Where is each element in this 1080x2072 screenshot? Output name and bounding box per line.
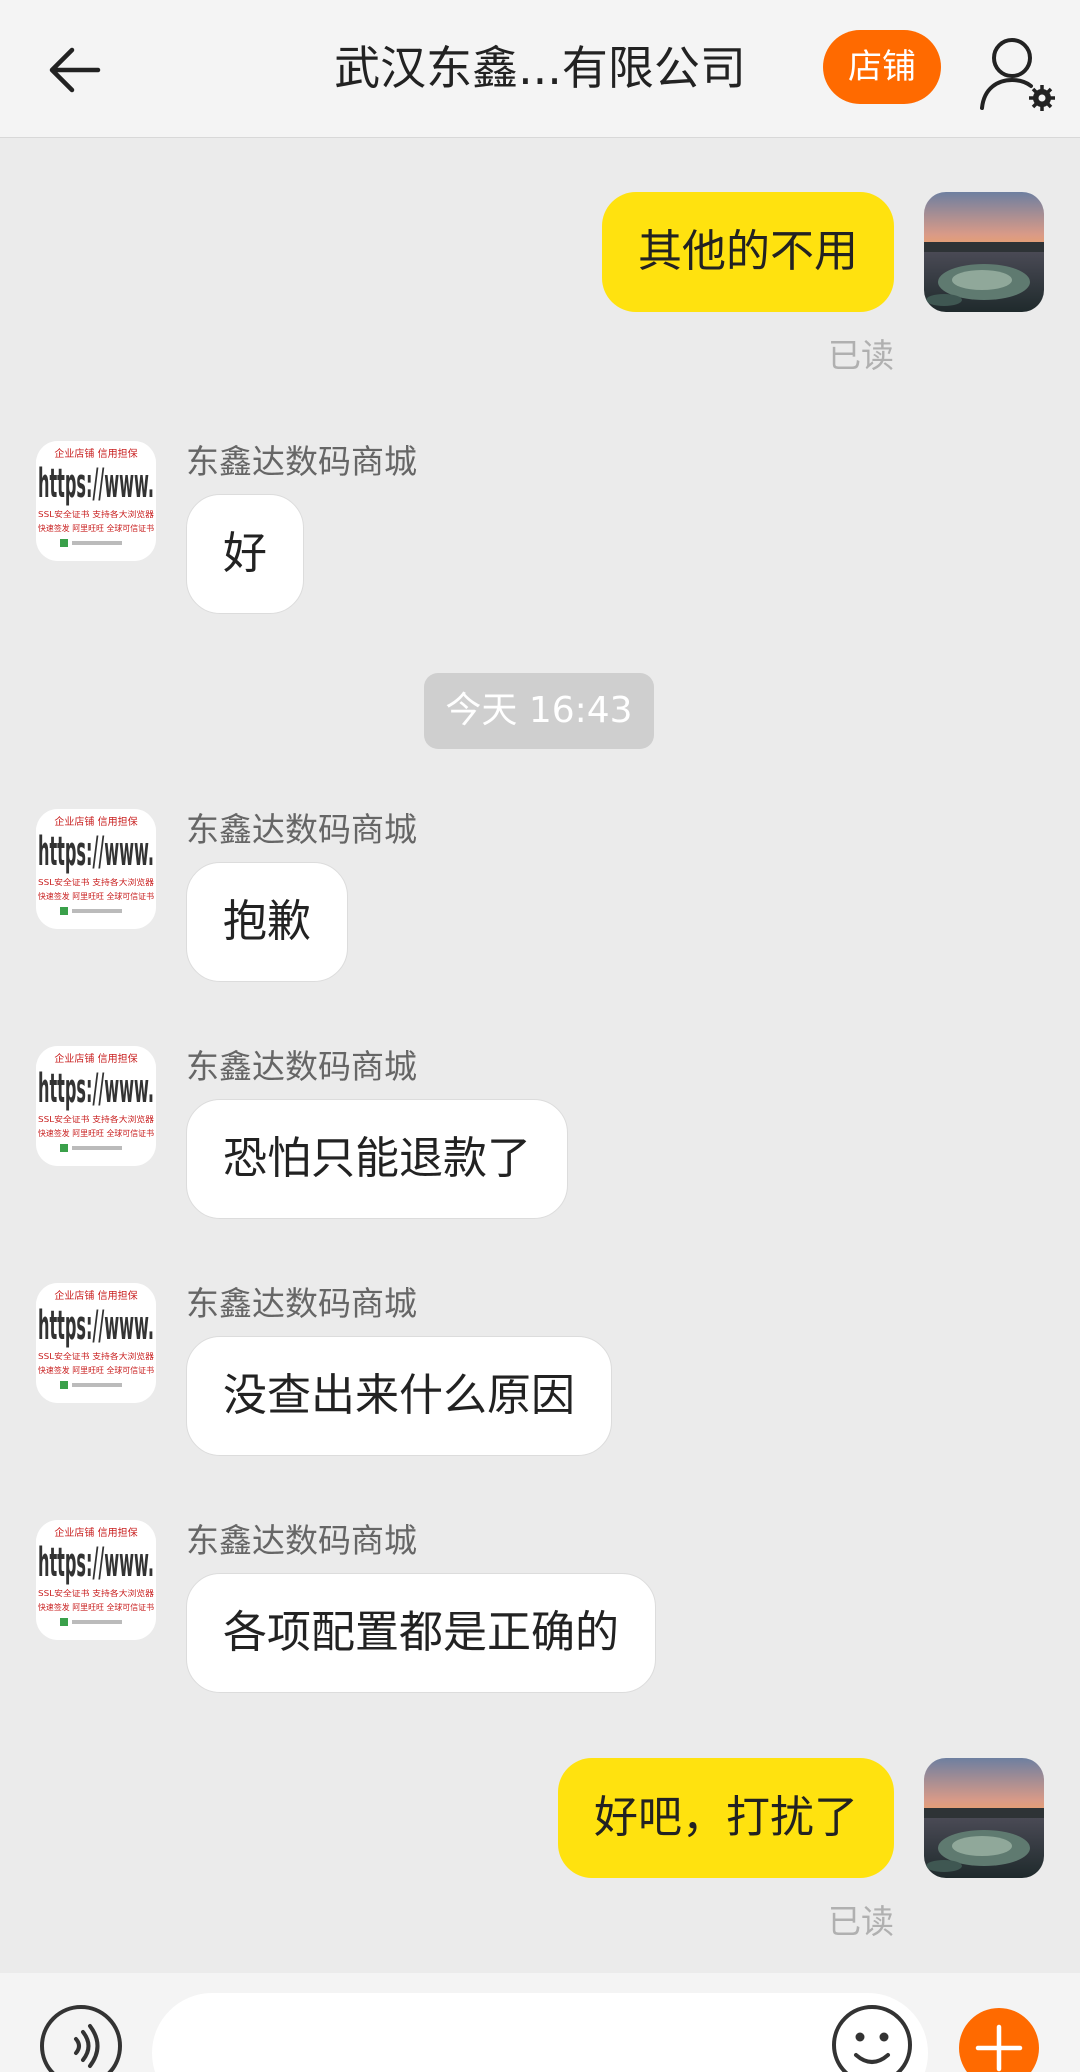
svg-text:企业店铺 信用担保: 企业店铺 信用担保: [54, 447, 137, 460]
arrow-left-icon: [49, 47, 101, 93]
ssl-certificate-logo: 企业店铺 信用担保 https://www. SSL安全证书 支持各大浏览器 快…: [36, 441, 156, 561]
svg-text:快速签发 阿里旺旺 全球可信证书: 快速签发 阿里旺旺 全球可信证书: [38, 523, 154, 533]
emoji-button[interactable]: [830, 2003, 914, 2072]
svg-text:https://www.: https://www.: [38, 1540, 154, 1586]
chat-area[interactable]: 其他的不用 已读 企业店铺 信用担保 https://www. SSL安全证书 …: [0, 138, 1080, 1973]
back-button[interactable]: [38, 30, 118, 110]
message-bubble-shop[interactable]: 恐怕只能退款了: [186, 1099, 568, 1219]
my-avatar[interactable]: [924, 192, 1044, 312]
svg-text:企业店铺 信用担保: 企业店铺 信用担保: [54, 815, 137, 828]
message-bubble-shop[interactable]: 好: [186, 494, 304, 614]
ssl-certificate-logo: 企业店铺 信用担保 https://www. SSL安全证书 支持各大浏览器 快…: [36, 809, 156, 929]
timestamp-badge: 今天 16:43: [424, 673, 654, 749]
shop-avatar[interactable]: 企业店铺 信用担保 https://www. SSL安全证书 支持各大浏览器 快…: [36, 1520, 156, 1640]
svg-text:企业店铺 信用担保: 企业店铺 信用担保: [54, 1289, 137, 1302]
input-bar: [0, 1973, 1080, 2072]
svg-text:企业店铺 信用担保: 企业店铺 信用担保: [54, 1052, 137, 1065]
shop-avatar[interactable]: 企业店铺 信用担保 https://www. SSL安全证书 支持各大浏览器 快…: [36, 1283, 156, 1403]
voice-button[interactable]: [38, 2003, 124, 2072]
sender-name: 东鑫达数码商城: [186, 1284, 417, 1323]
message-bubble-shop[interactable]: 没查出来什么原因: [186, 1336, 612, 1456]
svg-text:快速签发 阿里旺旺 全球可信证书: 快速签发 阿里旺旺 全球可信证书: [38, 1365, 154, 1375]
user-settings-icon: [980, 38, 1055, 111]
message-input[interactable]: [152, 1993, 928, 2072]
message-bubble-mine[interactable]: 其他的不用: [602, 192, 894, 312]
svg-text:SSL安全证书 支持各大浏览器: SSL安全证书 支持各大浏览器: [38, 509, 154, 519]
svg-text:SSL安全证书 支持各大浏览器: SSL安全证书 支持各大浏览器: [38, 1351, 154, 1361]
chat-title: 武汉东鑫...有限公司: [334, 41, 746, 95]
top-bar: 武汉东鑫...有限公司 店铺: [0, 0, 1080, 138]
plus-icon: [959, 2008, 1039, 2072]
shop-avatar[interactable]: 企业店铺 信用担保 https://www. SSL安全证书 支持各大浏览器 快…: [36, 441, 156, 561]
svg-text:SSL安全证书 支持各大浏览器: SSL安全证书 支持各大浏览器: [38, 877, 154, 887]
svg-text:快速签发 阿里旺旺 全球可信证书: 快速签发 阿里旺旺 全球可信证书: [38, 1602, 154, 1612]
shop-button[interactable]: 店铺: [823, 30, 941, 104]
voice-icon: [40, 2005, 122, 2072]
svg-text:https://www.: https://www.: [38, 461, 154, 507]
message-bubble-shop[interactable]: 各项配置都是正确的: [186, 1573, 656, 1693]
svg-text:快速签发 阿里旺旺 全球可信证书: 快速签发 阿里旺旺 全球可信证书: [38, 1128, 154, 1138]
ssl-certificate-logo: 企业店铺 信用担保 https://www. SSL安全证书 支持各大浏览器 快…: [36, 1046, 156, 1166]
shop-avatar[interactable]: 企业店铺 信用担保 https://www. SSL安全证书 支持各大浏览器 快…: [36, 1046, 156, 1166]
message-bubble-shop[interactable]: 抱歉: [186, 862, 348, 982]
svg-text:https://www.: https://www.: [38, 829, 154, 875]
ssl-certificate-logo: 企业店铺 信用担保 https://www. SSL安全证书 支持各大浏览器 快…: [36, 1283, 156, 1403]
svg-text:企业店铺 信用担保: 企业店铺 信用担保: [54, 1526, 137, 1539]
more-options-button[interactable]: [958, 2007, 1040, 2072]
sunset-lake-photo: [924, 1758, 1044, 1878]
sunset-lake-photo: [924, 192, 1044, 312]
message-bubble-mine[interactable]: 好吧，打扰了: [558, 1758, 894, 1878]
ssl-certificate-logo: 企业店铺 信用担保 https://www. SSL安全证书 支持各大浏览器 快…: [36, 1520, 156, 1640]
profile-settings-button[interactable]: [976, 30, 1060, 114]
svg-text:SSL安全证书 支持各大浏览器: SSL安全证书 支持各大浏览器: [38, 1114, 154, 1124]
sender-name: 东鑫达数码商城: [186, 1047, 417, 1086]
my-avatar[interactable]: [924, 1758, 1044, 1878]
read-status: 已读: [828, 336, 894, 375]
sender-name: 东鑫达数码商城: [186, 810, 417, 849]
sender-name: 东鑫达数码商城: [186, 442, 417, 481]
svg-text:https://www.: https://www.: [38, 1303, 154, 1349]
read-status: 已读: [828, 1902, 894, 1941]
emoji-icon: [832, 2005, 912, 2072]
svg-text:快速签发 阿里旺旺 全球可信证书: 快速签发 阿里旺旺 全球可信证书: [38, 891, 154, 901]
svg-text:SSL安全证书 支持各大浏览器: SSL安全证书 支持各大浏览器: [38, 1588, 154, 1598]
shop-avatar[interactable]: 企业店铺 信用担保 https://www. SSL安全证书 支持各大浏览器 快…: [36, 809, 156, 929]
sender-name: 东鑫达数码商城: [186, 1521, 417, 1560]
svg-text:https://www.: https://www.: [38, 1066, 154, 1112]
